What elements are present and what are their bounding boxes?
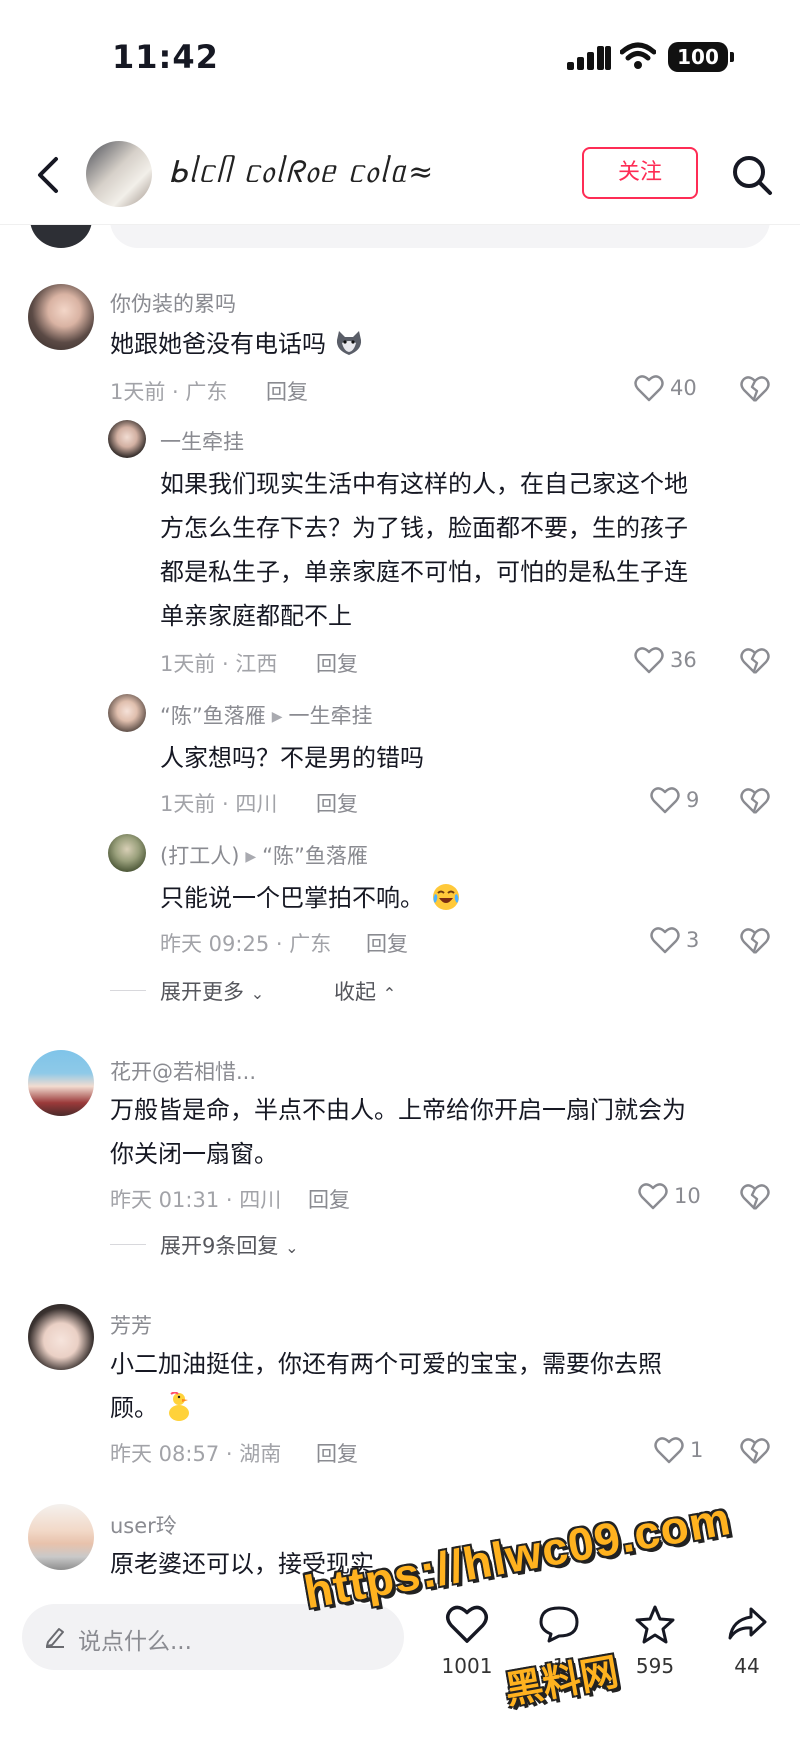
status-bar: 11:42 100 <box>0 0 800 120</box>
laughing-crying-emoji-icon <box>432 884 459 910</box>
divider <box>110 1244 146 1245</box>
signal-icon <box>567 46 611 70</box>
divider <box>110 990 146 991</box>
comment-meta: 昨天 08:57 · 湖南 <box>110 1442 282 1466</box>
comment-text: 如果我们现实生活中有这样的人，在自己家这个地 方怎么生存下去？为了钱，脸面都不要… <box>160 470 688 630</box>
comment-username[interactable]: 花开@若相惜... <box>110 1056 256 1086</box>
expand-collapse-row: 展开更多 ⌄ 收起 ⌃ <box>0 976 800 1006</box>
like-action-button[interactable] <box>432 1604 502 1648</box>
comment-username[interactable]: 芳芳 <box>110 1310 152 1340</box>
status-time: 11:42 <box>112 38 219 76</box>
share-action-button[interactable] <box>712 1604 782 1648</box>
search-icon[interactable] <box>730 153 774 197</box>
avatar[interactable] <box>28 284 94 350</box>
comment-count: 1 <box>552 1654 566 1678</box>
like-button[interactable]: 3 <box>650 926 730 956</box>
like-button[interactable]: 10 <box>638 1182 718 1212</box>
favorite-action-button[interactable] <box>620 1604 690 1648</box>
nav-bar: ᖯᥣᥴᥥ ᥴ᥆ᥣᖇ᥆ᥱ ᥴ᥆ᥣᥲ≈ 关注 <box>0 125 800 225</box>
heart-icon <box>634 647 664 674</box>
broken-heart-icon[interactable] <box>740 646 770 676</box>
avatar[interactable] <box>28 1050 94 1116</box>
comment-placeholder: 说点什么... <box>78 1629 192 1655</box>
chevron-down-icon: ⌄ <box>285 1238 299 1257</box>
avatar[interactable] <box>108 420 146 458</box>
like-button[interactable]: 40 <box>634 374 714 404</box>
avatar[interactable] <box>108 694 146 732</box>
like-count: 3 <box>686 928 700 952</box>
expand-replies-button[interactable]: 展开9条回复 ⌄ <box>160 1230 298 1260</box>
comment-meta: 1天前 · 广东 <box>110 380 228 404</box>
comment-username[interactable]: 你伪装的累吗 <box>110 288 236 318</box>
collapse-button[interactable]: 收起 ⌃ <box>334 976 396 1006</box>
reply-button[interactable]: 回复 <box>308 1184 350 1214</box>
expand-replies-row: 展开9条回复 ⌄ <box>0 1230 800 1260</box>
expand-more-button[interactable]: 展开更多 ⌄ <box>160 976 264 1006</box>
follow-button[interactable]: 关注 <box>582 147 698 199</box>
avatar[interactable] <box>28 1304 94 1370</box>
avatar[interactable] <box>108 834 146 872</box>
share-count: 44 <box>734 1654 760 1678</box>
comment-meta: 昨天 01:31 · 四川 <box>110 1188 282 1212</box>
like-button[interactable]: 36 <box>634 646 714 676</box>
reply-username[interactable]: 一生牵挂 <box>160 426 244 456</box>
like-button[interactable]: 9 <box>650 786 730 816</box>
chevron-down-icon: ⌄ <box>250 984 265 1003</box>
comment-username[interactable]: user玲 <box>110 1510 177 1540</box>
battery-icon: 100 <box>668 42 734 72</box>
like-count: 36 <box>670 648 697 672</box>
like-count: 40 <box>670 376 697 400</box>
comment-text: 只能说一个巴掌拍不响。 <box>160 876 460 920</box>
comment-text: 万般皆是命，半点不由人。上帝给你开启一扇门就会为 你关闭一扇窗。 <box>110 1096 686 1168</box>
reply-button[interactable]: 回复 <box>366 928 408 958</box>
heart-icon <box>634 375 664 402</box>
bottom-action-bar: 说点什么... 1001 1 595 44 <box>0 1586 800 1739</box>
reply-button[interactable]: 回复 <box>316 788 358 818</box>
comment-text: 小二加油挺住，你还有两个可爱的宝宝，需要你去照 顾。 <box>110 1350 662 1422</box>
like-button[interactable]: 1 <box>654 1436 734 1466</box>
like-count: 1001 <box>441 1654 493 1678</box>
broken-heart-icon[interactable] <box>740 786 770 816</box>
heart-icon <box>446 1605 488 1643</box>
comment-meta: 1天前 · 江西 <box>160 652 278 676</box>
broken-heart-icon[interactable] <box>740 1182 770 1212</box>
comment-action-button[interactable] <box>524 1604 594 1648</box>
reply-to-arrow-icon: ▶ <box>271 709 283 725</box>
heart-icon <box>650 787 680 814</box>
comment-input[interactable]: 说点什么... <box>22 1604 404 1670</box>
author-avatar[interactable] <box>86 141 152 207</box>
share-arrow-icon <box>728 1607 767 1640</box>
like-count: 10 <box>674 1184 701 1208</box>
comment-text: 人家想吗？不是男的错吗 <box>160 744 424 772</box>
author-name[interactable]: ᖯᥣᥴᥥ ᥴ᥆ᥣᖇ᥆ᥱ ᥴ᥆ᥣᥲ≈ <box>168 155 435 191</box>
reply-button[interactable]: 回复 <box>266 376 308 406</box>
broken-heart-icon[interactable] <box>740 374 770 404</box>
comment-text: 她跟她爸没有电话吗 <box>110 322 364 366</box>
reply-button[interactable]: 回复 <box>316 648 358 678</box>
broken-heart-icon[interactable] <box>740 1436 770 1466</box>
avatar[interactable] <box>28 1504 94 1570</box>
reply-to-arrow-icon: ▶ <box>245 849 257 865</box>
comment-text: 原老婆还可以，接受现实 <box>110 1550 374 1578</box>
reply-button[interactable]: 回复 <box>316 1438 358 1468</box>
favorite-count: 595 <box>635 1654 675 1678</box>
like-count: 1 <box>690 1438 704 1462</box>
wolf-emoji-icon <box>336 331 361 355</box>
broken-heart-icon[interactable] <box>740 926 770 956</box>
heart-icon <box>650 927 680 954</box>
heart-icon <box>638 1183 668 1210</box>
duck-emoji-icon <box>168 1392 189 1421</box>
comment-meta: 1天前 · 四川 <box>160 792 278 816</box>
star-icon <box>635 1605 675 1644</box>
chevron-up-icon: ⌃ <box>382 984 397 1003</box>
reply-username[interactable]: (打工人) ▶ “陈”鱼落雁 <box>160 840 368 870</box>
comment-bubble-icon <box>539 1606 579 1643</box>
wifi-icon <box>620 42 656 69</box>
like-count: 9 <box>686 788 700 812</box>
pencil-icon <box>46 1628 64 1648</box>
reply-username[interactable]: “陈”鱼落雁 ▶ 一生牵挂 <box>160 700 373 730</box>
back-arrow-icon[interactable] <box>30 153 66 197</box>
heart-icon <box>654 1437 684 1464</box>
comment-meta: 昨天 09:25 · 广东 <box>160 932 332 956</box>
